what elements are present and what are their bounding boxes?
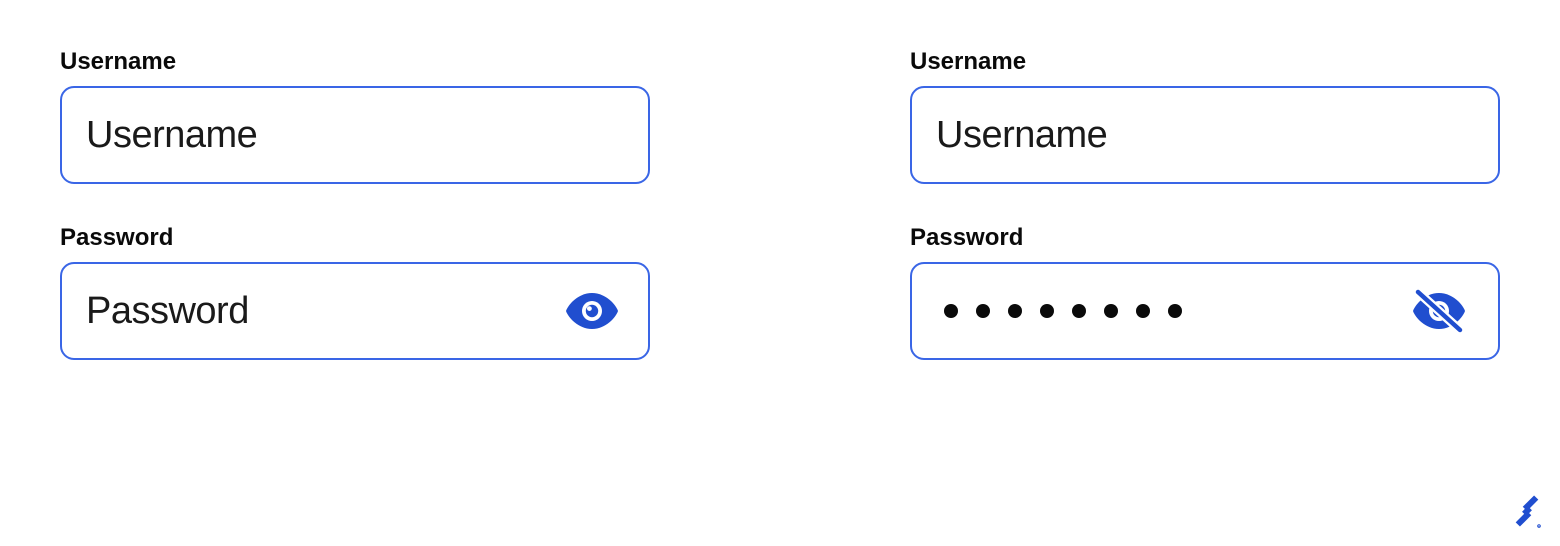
password-dot (1072, 304, 1086, 318)
username-input[interactable]: Username (60, 86, 650, 184)
password-dot (1104, 304, 1118, 318)
username-label: Username (60, 48, 650, 76)
username-input-text: Username (86, 114, 624, 157)
password-label: Password (60, 224, 650, 252)
password-dot (1040, 304, 1054, 318)
password-masked-dots (936, 304, 1404, 318)
password-dot (1008, 304, 1022, 318)
username-field-group: Username Username (60, 48, 650, 184)
password-label: Password (910, 224, 1500, 252)
password-field-group: Password Password (60, 224, 650, 360)
username-field-group: Username Username (910, 48, 1500, 184)
toggle-password-visibility-button[interactable] (560, 287, 624, 335)
password-input[interactable] (910, 262, 1500, 360)
form-column-visible: Username Username Password Password (60, 48, 650, 400)
password-input-text: Password (86, 290, 560, 333)
eye-icon (566, 293, 618, 329)
username-input[interactable]: Username (910, 86, 1500, 184)
form-column-masked: Username Username Password (910, 48, 1500, 400)
eye-slash-icon (1410, 288, 1468, 334)
toggle-password-visibility-button[interactable] (1404, 282, 1474, 340)
password-dot (1136, 304, 1150, 318)
svg-text:R: R (1538, 525, 1540, 529)
username-input-text: Username (936, 114, 1474, 157)
form-columns: Username Username Password Password (0, 0, 1560, 400)
toptal-logo-icon: R (1512, 493, 1542, 529)
password-field-group: Password (910, 224, 1500, 360)
password-input[interactable]: Password (60, 262, 650, 360)
password-dot (1168, 304, 1182, 318)
password-dot (976, 304, 990, 318)
password-dot (944, 304, 958, 318)
username-label: Username (910, 48, 1500, 76)
brand-logo: R (1512, 493, 1542, 534)
